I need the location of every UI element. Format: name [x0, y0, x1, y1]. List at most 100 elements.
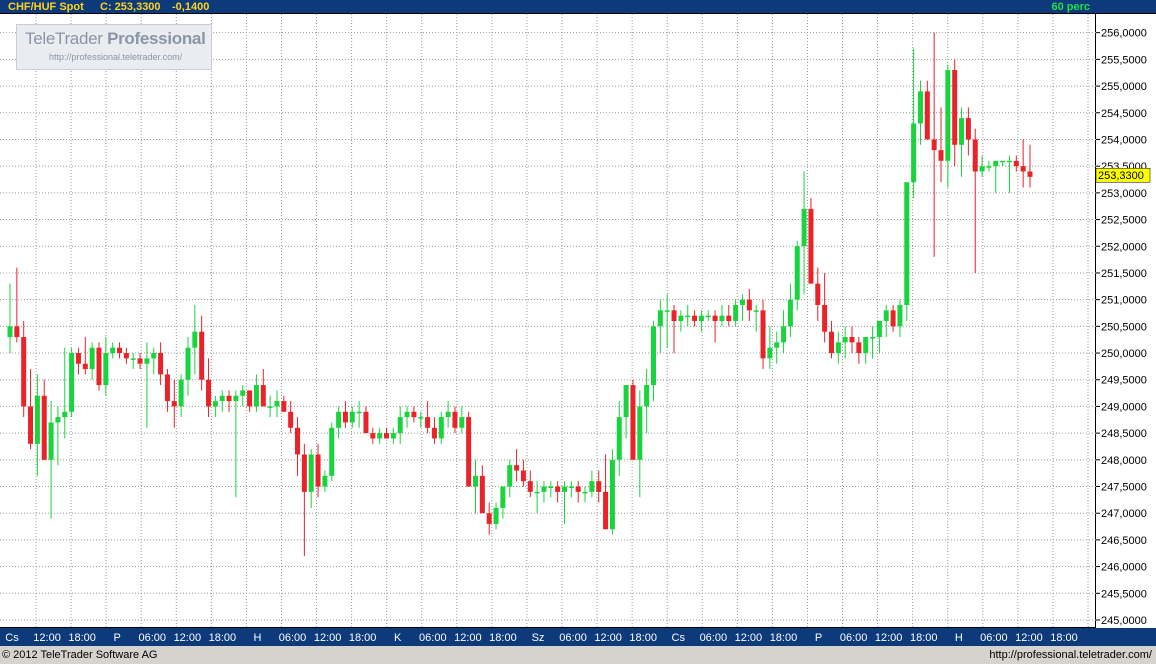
- candle-body: [151, 353, 157, 359]
- candle-body: [945, 70, 951, 161]
- y-tick-label: 249,5000: [1101, 375, 1147, 387]
- footer-link[interactable]: http://professional.teletrader.com/: [989, 646, 1152, 664]
- candle-body: [507, 465, 513, 487]
- candle-body: [671, 310, 677, 321]
- candle-body: [746, 299, 752, 311]
- candle-body: [493, 507, 499, 524]
- chart-plot-area[interactable]: [0, 14, 1096, 628]
- candle-body: [904, 182, 910, 305]
- candle-body: [34, 395, 40, 444]
- chart-header: CHF/HUF Spot C: 253,3300 -0,1400 60 perc: [0, 0, 1156, 14]
- candle-body: [267, 406, 273, 408]
- candle-body: [96, 347, 102, 386]
- x-tick-label: 12:00: [174, 632, 202, 644]
- x-tick-label: 06:00: [559, 632, 587, 644]
- candle-body: [698, 315, 704, 321]
- candle-body: [82, 363, 88, 370]
- candle-body: [117, 347, 123, 354]
- x-tick-label: 18:00: [349, 632, 377, 644]
- candle-body: [164, 374, 170, 402]
- candle-body: [650, 326, 656, 386]
- x-tick-label: 18:00: [209, 632, 237, 644]
- logo-brand-light: TeleTrader: [25, 29, 108, 48]
- y-tick-label: 251,0000: [1101, 295, 1147, 307]
- candle-body: [404, 411, 410, 418]
- candle-body: [110, 347, 116, 354]
- x-tick-label: H: [955, 632, 963, 644]
- candle-body: [466, 417, 472, 487]
- instrument-name[interactable]: CHF/HUF Spot: [8, 0, 84, 14]
- y-tick-label: 248,0000: [1101, 455, 1147, 467]
- candle-body: [644, 385, 650, 407]
- candle-body: [1000, 160, 1006, 163]
- y-tick-label: 251,5000: [1101, 268, 1147, 280]
- candle-body: [185, 347, 191, 380]
- candle-body: [342, 411, 348, 423]
- candle-body: [609, 459, 615, 530]
- candle-body: [849, 337, 855, 343]
- candle-body: [479, 475, 485, 514]
- candle-body: [7, 326, 13, 338]
- candle-body: [28, 406, 34, 444]
- x-tick-label: 12:00: [314, 632, 342, 644]
- candlestick-chart[interactable]: [0, 14, 1096, 628]
- candle-body: [390, 433, 396, 439]
- x-tick-label: Cs: [5, 632, 19, 644]
- candle-body: [863, 337, 869, 354]
- candle-body: [144, 358, 150, 364]
- candle-body: [55, 417, 61, 423]
- candle-body: [596, 481, 602, 492]
- candle-body: [801, 208, 807, 247]
- price-axis: 256,0000 255,5000 255,0000 254,5000 254,0000…: [1095, 14, 1156, 628]
- candle-body: [315, 454, 321, 487]
- candle-body: [137, 358, 143, 364]
- candle-body: [301, 454, 307, 492]
- y-tick-label: 247,5000: [1101, 482, 1147, 494]
- candle-body: [753, 310, 759, 312]
- y-tick-label: 250,5000: [1101, 321, 1147, 333]
- x-tick-label: P: [114, 632, 121, 644]
- candle-body: [260, 385, 266, 407]
- y-tick-label: 255,5000: [1101, 54, 1147, 66]
- y-tick-label: 247,0000: [1101, 508, 1147, 520]
- x-tick-label: P: [815, 632, 822, 644]
- candle-body: [692, 315, 698, 321]
- y-tick-label: 245,0000: [1101, 615, 1147, 627]
- candle-body: [890, 310, 896, 327]
- candle-body: [637, 406, 643, 460]
- candle-body: [206, 379, 212, 407]
- candle-body: [75, 353, 81, 364]
- x-tick-label: 18:00: [629, 632, 657, 644]
- y-tick-label: 250,0000: [1101, 348, 1147, 360]
- candle-body: [438, 417, 444, 439]
- price-change: -0,1400: [172, 1, 210, 13]
- candle-body: [568, 486, 574, 489]
- candle-body: [794, 246, 800, 300]
- candle-body: [986, 166, 992, 168]
- candle-body: [1020, 166, 1026, 172]
- candle-body: [630, 385, 636, 460]
- x-tick-label: Sz: [532, 632, 545, 644]
- x-tick-label: 12:00: [1015, 632, 1043, 644]
- candle-body: [726, 315, 732, 321]
- candle-body: [514, 465, 520, 471]
- candle-body: [247, 390, 253, 407]
- candle-body: [781, 326, 787, 343]
- timeframe-selector[interactable]: 60 perc: [1051, 0, 1090, 14]
- candle-body: [69, 353, 75, 412]
- candle-body: [370, 433, 376, 439]
- price-axis-labels: 256,0000 255,5000 255,0000 254,5000 254,0000…: [1095, 28, 1151, 627]
- candle-body: [856, 342, 862, 354]
- candle-body: [384, 433, 390, 439]
- candle-body: [349, 411, 355, 423]
- candle-body: [685, 315, 691, 318]
- candle-body: [89, 347, 95, 370]
- candle-body: [240, 390, 246, 396]
- candle-body: [767, 347, 773, 359]
- candle-body: [965, 118, 971, 140]
- x-tick-label: K: [394, 632, 402, 644]
- candle-body: [739, 299, 745, 305]
- y-tick-label: 254,5000: [1101, 108, 1147, 120]
- candle-body: [123, 353, 129, 359]
- candle-body: [171, 401, 177, 407]
